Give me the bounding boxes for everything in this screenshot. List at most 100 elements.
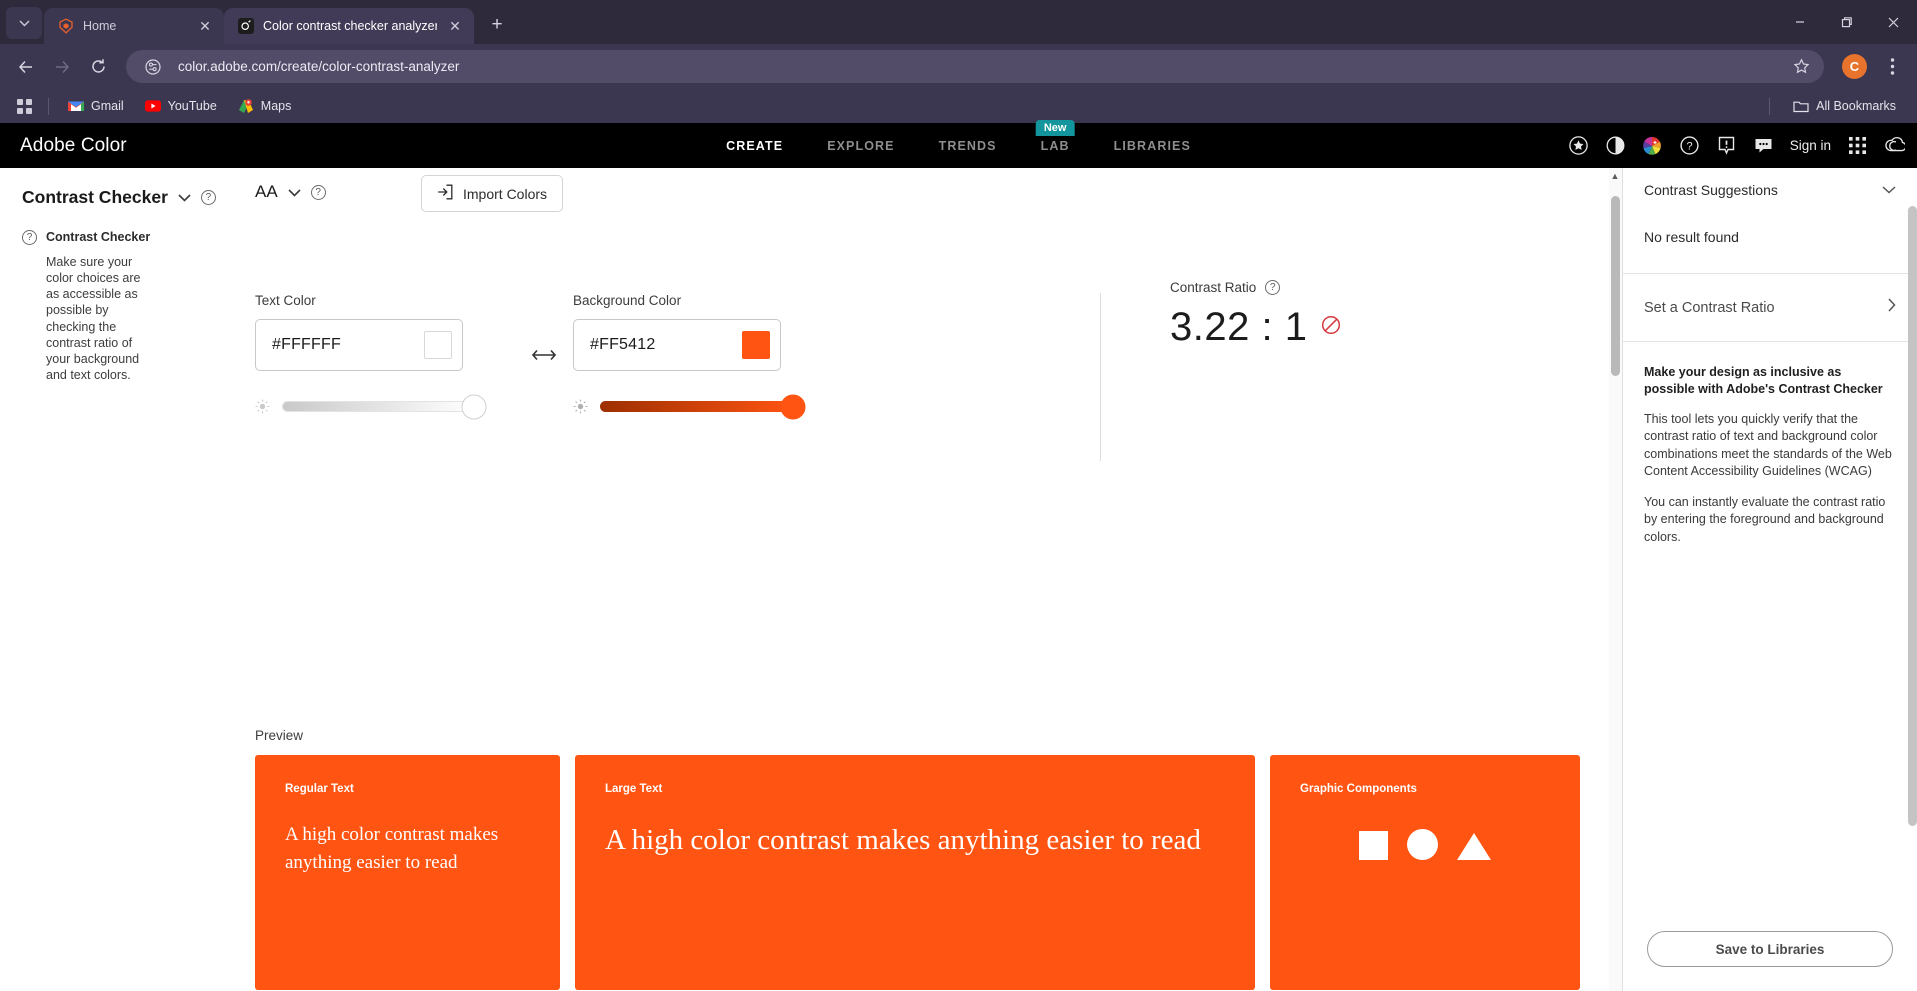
tool-selector[interactable]: Contrast Checker ? xyxy=(22,187,232,208)
app-grid-icon[interactable] xyxy=(1847,135,1868,156)
forward-arrow-icon[interactable] xyxy=(46,51,78,83)
folder-icon xyxy=(1793,98,1809,114)
circle-shape-icon xyxy=(1407,829,1438,860)
wcag-level-group: WCAG 2.1 Level AA ? xyxy=(255,168,341,202)
panel-info-block: Make your design as inclusive as possibl… xyxy=(1623,342,1917,546)
wcag-level-label: WCAG 2.1 Level xyxy=(255,168,341,171)
all-bookmarks-button[interactable]: All Bookmarks xyxy=(1784,94,1905,118)
color-wheel-icon[interactable] xyxy=(1642,135,1663,156)
nav-create[interactable]: CREATE xyxy=(726,139,783,153)
tool-help-block: ? Contrast Checker Make sure your color … xyxy=(22,230,232,383)
contrast-icon[interactable] xyxy=(1605,135,1626,156)
wcag-level-select[interactable]: AA ? xyxy=(255,182,341,202)
text-color-input[interactable]: #FFFFFF xyxy=(255,319,463,371)
text-color-label: Text Color xyxy=(255,293,316,308)
right-side-panel: Contrast Suggestions No result found Set… xyxy=(1622,168,1917,991)
youtube-icon xyxy=(144,98,161,114)
preview-card-regular-text: Regular Text A high color contrast makes… xyxy=(255,755,560,990)
bookmark-maps[interactable]: Maps xyxy=(229,94,301,118)
address-bar[interactable]: color.adobe.com/create/color-contrast-an… xyxy=(126,50,1824,83)
panel-info-paragraph-1: This tool lets you quickly verify that t… xyxy=(1644,411,1892,479)
star-outline-icon[interactable] xyxy=(1568,135,1589,156)
creative-cloud-icon[interactable] xyxy=(1884,135,1905,156)
bookmarks-bar: Gmail YouTube Maps All Bookmarks xyxy=(0,89,1917,123)
chat-icon[interactable] xyxy=(1753,135,1774,156)
nav-lab[interactable]: New LAB xyxy=(1035,119,1075,153)
page-info-icon[interactable] xyxy=(138,52,168,82)
firefox-icon xyxy=(57,18,74,35)
apps-grid-icon[interactable] xyxy=(10,93,38,119)
help-body: Make sure your color choices are as acce… xyxy=(46,255,141,382)
chevron-down-icon[interactable] xyxy=(178,190,191,205)
nav-explore[interactable]: EXPLORE xyxy=(827,139,894,153)
close-icon[interactable]: ✕ xyxy=(196,17,214,35)
background-brightness-slider[interactable] xyxy=(600,394,806,419)
panel-info-title: Make your design as inclusive as possibl… xyxy=(1644,365,1883,396)
slider-knob[interactable] xyxy=(461,394,487,419)
browser-tab-color-contrast[interactable]: Color contrast checker analyzer ✕ xyxy=(224,8,474,44)
nav-libraries[interactable]: LIBRARIES xyxy=(1114,139,1191,153)
close-icon[interactable] xyxy=(1870,0,1917,44)
bookmark-youtube[interactable]: YouTube xyxy=(136,94,226,118)
close-icon[interactable]: ✕ xyxy=(446,17,464,35)
text-color-brightness-row xyxy=(255,394,515,419)
help-title: Contrast Checker xyxy=(46,230,151,244)
scroll-up-icon[interactable]: ▲ xyxy=(1609,169,1621,183)
right-panel-scrollbar-thumb[interactable] xyxy=(1908,206,1917,826)
adobe-color-logo[interactable]: Adobe Color xyxy=(12,135,127,157)
help-circle-icon[interactable]: ? xyxy=(1679,135,1700,156)
text-color-brightness-slider[interactable] xyxy=(282,394,487,419)
question-circle-icon[interactable]: ? xyxy=(1265,280,1281,295)
square-shape-icon xyxy=(1359,831,1388,860)
question-circle-icon[interactable]: ? xyxy=(200,190,216,205)
text-color-swatch[interactable] xyxy=(424,331,452,359)
swap-horizontal-icon[interactable] xyxy=(515,293,573,362)
tools-label: Tools xyxy=(22,168,49,171)
color-inputs-row: Text Color #FFFFFF Background Color #FF5… xyxy=(255,293,833,419)
contrast-suggestions-header[interactable]: Contrast Suggestions xyxy=(1623,168,1917,199)
main-scrollbar[interactable]: ▲ xyxy=(1609,168,1622,991)
bookmark-gmail[interactable]: Gmail xyxy=(59,94,133,118)
back-arrow-icon[interactable] xyxy=(10,51,42,83)
browser-window: Home ✕ Color contrast checker analyzer ✕… xyxy=(0,0,1917,991)
background-color-swatch[interactable] xyxy=(742,331,770,359)
chevron-down-icon[interactable] xyxy=(1882,181,1896,199)
chevron-right-icon[interactable] xyxy=(1888,298,1896,317)
feedback-icon[interactable] xyxy=(1716,135,1737,156)
tab-search-button[interactable] xyxy=(6,7,42,39)
background-color-input[interactable]: #FF5412 xyxy=(573,319,781,371)
nav-trends[interactable]: TRENDS xyxy=(939,139,997,153)
sign-in-button[interactable]: Sign in xyxy=(1790,138,1831,153)
scrollbar-thumb[interactable] xyxy=(1611,196,1620,376)
import-colors-button[interactable]: Import Colors xyxy=(421,175,564,212)
import-colors-label: Import Colors xyxy=(463,185,548,202)
fail-prohibited-icon xyxy=(1321,315,1341,340)
background-color-label: Background Color xyxy=(573,293,682,308)
kebab-menu-icon[interactable] xyxy=(1877,52,1907,82)
import-icon xyxy=(437,184,453,203)
tab-title: Color contrast checker analyzer xyxy=(263,19,437,33)
tools-sidebar: Tools Contrast Checker ? ? Contrast Chec… xyxy=(0,168,252,991)
star-icon[interactable] xyxy=(1786,52,1816,82)
slider-knob[interactable] xyxy=(780,394,806,419)
chevron-down-icon xyxy=(18,19,30,27)
chevron-down-icon[interactable] xyxy=(288,185,301,200)
bookmark-label: YouTube xyxy=(167,99,217,113)
save-button-wrap: Save to Libraries xyxy=(1623,931,1917,991)
reload-icon[interactable] xyxy=(82,51,114,83)
minimize-icon[interactable] xyxy=(1776,0,1823,44)
page-content: Tools Contrast Checker ? ? Contrast Chec… xyxy=(0,168,1917,991)
vertical-divider xyxy=(1100,293,1101,461)
set-contrast-ratio-row[interactable]: Set a Contrast Ratio xyxy=(1623,274,1917,341)
profile-avatar[interactable]: C xyxy=(1842,54,1867,79)
new-tab-button[interactable]: + xyxy=(482,10,512,40)
address-bar-url: color.adobe.com/create/color-contrast-an… xyxy=(178,59,460,74)
maximize-icon[interactable] xyxy=(1823,0,1870,44)
card-body-text: A high color contrast makes anything eas… xyxy=(285,824,499,873)
save-to-libraries-button[interactable]: Save to Libraries xyxy=(1647,931,1893,967)
browser-tab-home[interactable]: Home ✕ xyxy=(44,8,224,44)
contrast-checker-main: WCAG 2.1 Level AA ? Import Colors xyxy=(252,168,1622,991)
bookmark-label: Maps xyxy=(260,99,292,113)
panel-info-paragraph-2: You can instantly evaluate the contrast … xyxy=(1644,494,1886,544)
question-circle-icon[interactable]: ? xyxy=(310,184,326,200)
